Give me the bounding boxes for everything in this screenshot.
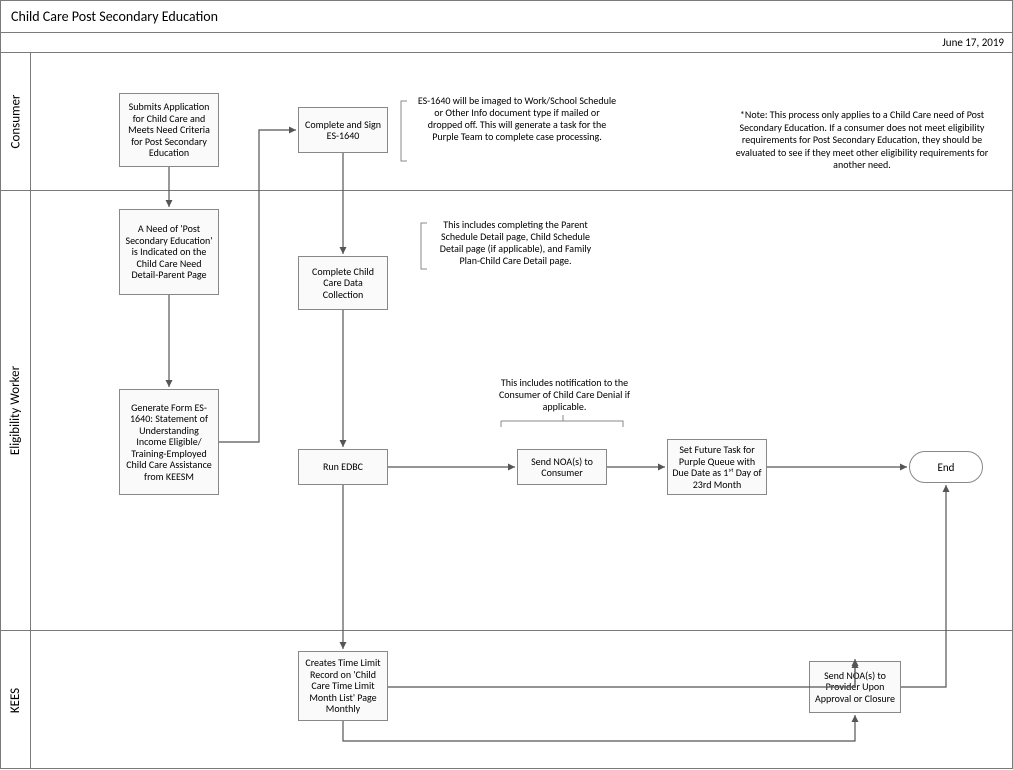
diagram-title: Child Care Post Secondary Education (1, 1, 1012, 33)
lane-label-consumer: Consumer (8, 95, 23, 149)
box-complete-sign-es1640: Complete and Sign ES-1640 (298, 107, 388, 153)
date-text: June 17, 2019 (942, 36, 1004, 49)
annotation-denial-notification: This includes notification to the Consum… (487, 377, 642, 413)
note-process-applies: *Note: This process only applies to a Ch… (727, 109, 997, 172)
lane-label-kees: KEES (8, 687, 23, 712)
box-need-indicated: A Need of 'Post Secondary Education' is … (119, 209, 219, 295)
box-set-future-task: Set Future Task for Purple Queue with Du… (667, 439, 767, 495)
box-complete-child-care-data: Complete Child Care Data Collection (298, 256, 388, 310)
box-send-noa-consumer: Send NOA(s) to Consumer (517, 449, 607, 485)
annotation-es1640-imaged: ES-1640 will be imaged to Work/School Sc… (417, 95, 617, 143)
lane-header-worker: Eligibility Worker (1, 191, 31, 630)
terminator-end: End (909, 451, 983, 483)
annotation-parent-schedule: This includes completing the Parent Sche… (433, 219, 598, 267)
box-send-noa-provider: Send NOA(s) to Provider Upon Approval or… (809, 661, 901, 713)
swimlane-diagram: Child Care Post Secondary Education June… (0, 0, 1013, 769)
lane-header-consumer: Consumer (1, 53, 31, 190)
box-submit-application: Submits Application for Child Care and M… (119, 93, 219, 167)
box-generate-es1640: Generate Form ES-1640: Statement of Unde… (119, 389, 219, 495)
box-run-edbc: Run EDBC (298, 449, 388, 485)
lane-label-worker: Eligibility Worker (8, 366, 23, 455)
box-creates-time-limit: Creates Time Limit Record on 'Child Care… (298, 651, 388, 721)
lane-header-kees: KEES (1, 631, 31, 769)
title-text: Child Care Post Secondary Education (11, 8, 218, 25)
diagram-date: June 17, 2019 (1, 33, 1012, 53)
